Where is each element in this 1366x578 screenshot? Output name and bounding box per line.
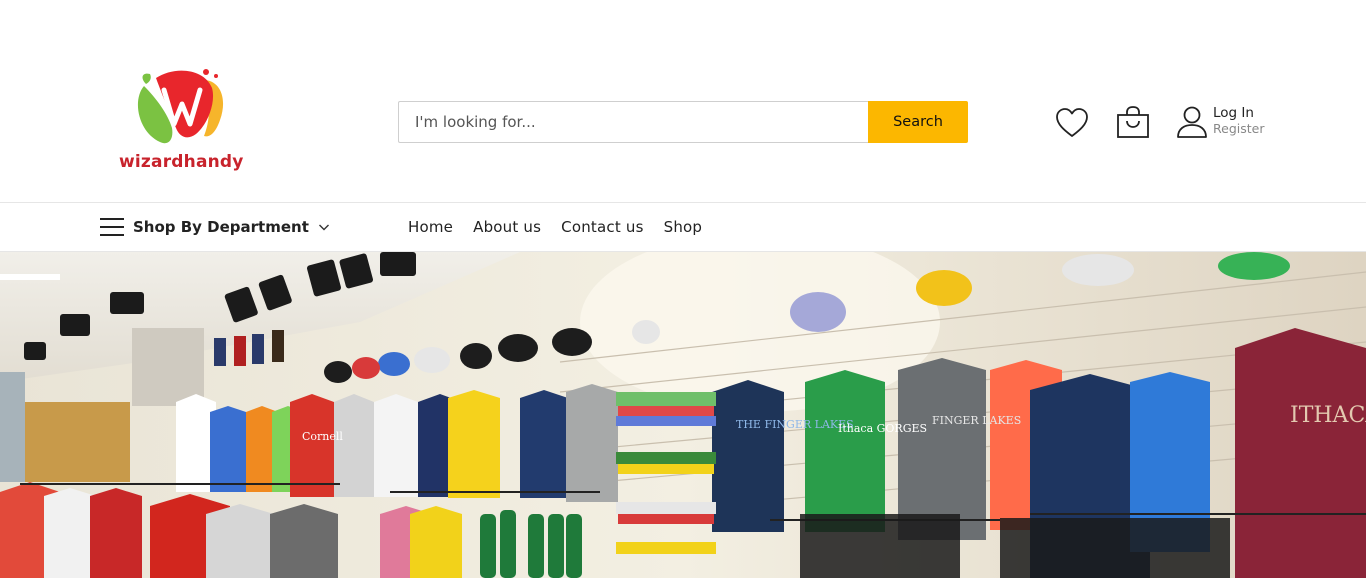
nav-about-us[interactable]: About us — [473, 218, 541, 236]
search-button[interactable]: Search — [868, 101, 968, 143]
nav-home[interactable]: Home — [408, 218, 453, 236]
search-bar: Search — [398, 101, 968, 143]
menu-icon — [100, 218, 124, 236]
user-icon[interactable] — [1174, 104, 1210, 140]
chevron-down-icon — [318, 224, 329, 231]
logo-text: wizardhandy — [119, 152, 244, 172]
shopping-bag-icon[interactable] — [1114, 104, 1152, 142]
department-label: Shop By Department — [133, 218, 309, 236]
nav-links: Home About us Contact us Shop — [408, 203, 722, 251]
logo-mark-icon — [137, 69, 224, 144]
register-link[interactable]: Register — [1213, 121, 1264, 137]
search-input[interactable] — [398, 101, 868, 143]
login-link[interactable]: Log In — [1213, 105, 1264, 121]
nav-shop[interactable]: Shop — [664, 218, 703, 236]
shop-by-department-menu[interactable]: Shop By Department — [100, 203, 330, 251]
account-links: Log In Register — [1213, 105, 1264, 137]
shirt-print-text: FINGER LAKES — [932, 414, 1021, 427]
nav-contact-us[interactable]: Contact us — [561, 218, 643, 236]
store-interior-image: THE FINGER LAKES FINGER LAKES Ithaca GOR… — [0, 252, 1366, 578]
logo[interactable]: wizardhandy — [116, 64, 256, 176]
hero-banner[interactable]: THE FINGER LAKES FINGER LAKES Ithaca GOR… — [0, 252, 1366, 578]
shirt-print-text: Cornell — [302, 430, 343, 443]
heart-icon[interactable] — [1054, 106, 1090, 140]
main-nav: Shop By Department Home About us Contact… — [0, 202, 1366, 252]
shirt-print-text: Ithaca GORGES — [838, 422, 927, 435]
site-header: wizardhandy Search Log In Register — [0, 0, 1366, 203]
shirt-print-text: THE FINGER LAKES — [736, 418, 854, 431]
shirt-print-text: ITHACA — [1290, 403, 1366, 428]
